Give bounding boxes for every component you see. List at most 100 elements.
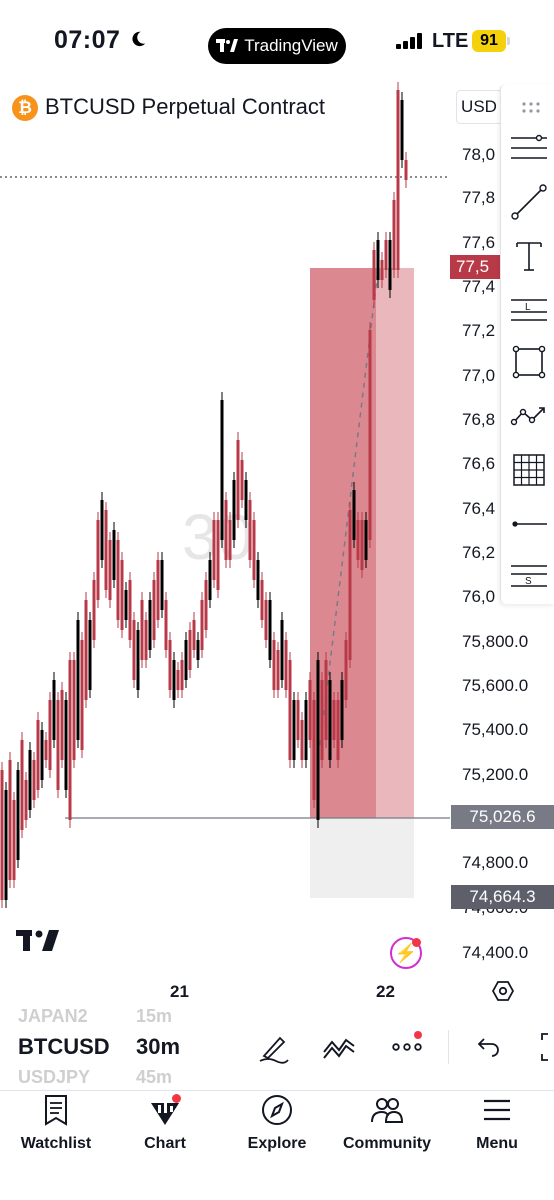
candle-body (268, 600, 272, 660)
candle-body (388, 240, 392, 290)
candle-body (8, 760, 12, 880)
nav-menu[interactable]: Menu (466, 1091, 528, 1161)
short-position-tool-icon[interactable]: S (509, 556, 549, 596)
time-axis-label: 21 (170, 982, 189, 1001)
price-axis-label: 77,0 (462, 366, 496, 385)
price-axis-label: 76,8 (462, 410, 496, 429)
candle-body (272, 640, 276, 690)
price-axis-label: 75,400.0 (462, 720, 529, 739)
candle-body (252, 520, 256, 580)
nav-chart-label: Chart (144, 1135, 186, 1152)
candle-body (160, 560, 164, 610)
candle-body (44, 740, 48, 760)
prev-symbol: JAPAN2 (18, 1006, 88, 1026)
nav-community[interactable]: Community (334, 1091, 440, 1161)
candle-body (240, 460, 244, 500)
long-position-tool-icon[interactable]: L (509, 290, 549, 330)
candle-body (320, 680, 324, 760)
candle-body (316, 660, 320, 820)
candle-body (208, 560, 212, 600)
cellular-signal-icon (396, 33, 422, 49)
candle-body (224, 500, 228, 560)
nav-explore[interactable]: Explore (240, 1091, 314, 1161)
candle-body (144, 620, 148, 660)
candle-body (188, 630, 192, 670)
watchlist-icon (45, 1095, 67, 1126)
candle-body (120, 560, 124, 630)
candle-body (20, 740, 24, 830)
candle-body (400, 100, 404, 160)
price-axis-label: 76,0 (462, 587, 496, 606)
symbol-selector[interactable]: BTCUSD (18, 1034, 110, 1060)
candle-body (324, 660, 328, 740)
tradingview-watermark-logo-icon (16, 930, 59, 951)
next-interval: 45m (136, 1067, 173, 1087)
candle-body (40, 730, 44, 780)
horizontal-lines-tool-icon[interactable] (509, 128, 549, 168)
candle-body (180, 660, 184, 690)
trend-line-tool-icon[interactable] (509, 182, 549, 222)
price-axis-label: 76,6 (462, 454, 496, 473)
price-axis-label: 75,200.0 (462, 765, 529, 784)
svg-text:S: S (525, 576, 532, 587)
price-axis-label: 77,6 (462, 233, 496, 252)
nav-watchlist[interactable]: Watchlist (14, 1091, 98, 1161)
price-axis-label: 76,4 (462, 499, 496, 518)
candle-body (64, 700, 68, 790)
network-type: LTE (432, 30, 469, 52)
candle-body (84, 600, 88, 700)
candle-body (156, 560, 160, 620)
candle-body (352, 490, 356, 540)
candle-body (228, 520, 232, 560)
candle-body (60, 690, 64, 760)
separator (448, 1030, 449, 1064)
candle-body (52, 680, 56, 740)
currency-selector[interactable]: USD (456, 90, 502, 124)
current-price-tag: 77,5 (450, 255, 504, 279)
price-axis-label: 75,800.0 (462, 632, 529, 651)
interval-selector[interactable]: 30m (136, 1034, 180, 1060)
tradingview-pill-label: TradingView (244, 36, 338, 55)
candle-body (288, 660, 292, 760)
price-axis-label: 77,2 (462, 321, 496, 340)
undo-icon[interactable] (470, 1030, 504, 1064)
candle-body (264, 600, 268, 640)
chart-settings-hexagon-icon[interactable] (492, 980, 514, 1002)
candle-body (172, 660, 176, 700)
fullscreen-icon[interactable] (536, 1030, 554, 1064)
status-time: 07:07 (54, 26, 121, 54)
candle-body (200, 600, 204, 650)
candle-body (244, 480, 248, 520)
candle-body (176, 670, 180, 690)
candle-body (164, 600, 168, 650)
candle-body (148, 600, 152, 650)
drag-handle-icon[interactable] (509, 90, 549, 130)
text-tool-icon[interactable] (509, 236, 549, 276)
candle-body (56, 700, 60, 790)
candle-body (336, 700, 340, 760)
indicators-icon[interactable] (322, 1030, 356, 1064)
candle-body (372, 250, 376, 300)
time-axis-label: 22 (376, 982, 395, 1001)
tradingview-pill[interactable]: TradingView (208, 28, 346, 64)
candle-body (220, 400, 224, 540)
do-not-disturb-moon-icon (132, 31, 146, 47)
candle-body (356, 520, 360, 560)
notification-dot (412, 938, 421, 947)
grid-tool-icon[interactable] (509, 450, 549, 490)
path-tool-icon[interactable] (509, 396, 549, 436)
candle-body (304, 700, 308, 760)
candle-body (384, 240, 388, 270)
compass-icon (262, 1095, 292, 1125)
candle-body (348, 510, 352, 660)
candle-body (152, 580, 156, 640)
nav-chart[interactable]: Chart (128, 1091, 202, 1161)
candle-body (108, 540, 112, 600)
candle-body (68, 660, 72, 820)
rectangle-tool-icon[interactable] (509, 342, 549, 382)
drawing-pen-icon[interactable] (256, 1030, 290, 1064)
stop-zone (310, 818, 414, 898)
candle-body (212, 520, 216, 580)
candle-body (76, 620, 80, 740)
horizontal-ray-tool-icon[interactable] (509, 504, 549, 544)
